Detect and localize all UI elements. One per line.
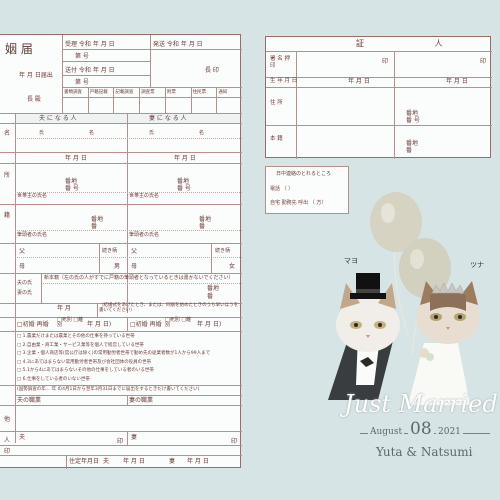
sent-date: 送付 令和 年 月 日	[65, 67, 115, 74]
marriage-registration-form: 姻 届 年 月 日届出 長 殿 受理 令和 年 月 日 第 号 送付 令和 年 …	[0, 34, 242, 469]
witness-birth-label: 生 年 月 日	[270, 78, 298, 84]
check-cell-label: 調査票	[141, 90, 155, 95]
first-marriage-w[interactable]: □初婚 再婚	[130, 322, 162, 328]
chief-seal: 長 印	[205, 67, 219, 74]
relation-w: 続き柄	[215, 248, 231, 254]
first-marriage-h[interactable]: □初婚 再婚	[17, 322, 49, 328]
contact-phone: 電話 （ ）	[270, 186, 294, 192]
witness-form: 証 人 署 名 押 印 印 印 生 年 月 日 年 月 日 年 月 日 住 所 …	[265, 36, 492, 159]
furigana-surname-w: 氏	[149, 130, 155, 136]
husband-header: 夫 に な る 人	[39, 115, 77, 122]
wife-occupation: 妻の職業	[129, 397, 154, 404]
father-w: 父	[131, 248, 138, 255]
witness-birth-1: 年 月 日	[348, 78, 370, 85]
form-title: 姻 届	[5, 42, 33, 56]
issued-date: 発送 令和 年 月 日	[153, 41, 203, 48]
address-row-label: 所	[4, 172, 11, 179]
contact-type: 自宅 勤務先 呼出 （ 方）	[270, 200, 327, 206]
head-name-h: 筆頭者の氏名	[17, 232, 48, 238]
witness-address-label: 住 所	[270, 100, 283, 106]
surname-choice-husband[interactable]: 夫の氏	[17, 281, 32, 286]
witness-birth-2: 年 月 日	[446, 78, 468, 85]
husband-occupation: 夫の職業	[17, 397, 42, 404]
check-cell-label: 住民票	[192, 90, 207, 95]
witness-seal-2: 印	[480, 58, 487, 65]
check-cell-label: 戸籍記載	[89, 90, 108, 95]
furigana-surname-h: 氏	[39, 130, 45, 136]
wedding-month: August	[368, 427, 405, 437]
cohabit-note: （結婚式をあげたとき、または、同居を始めたときのうち早いほうを書いてください）	[99, 303, 239, 313]
census-note: (国勢調査の年… 年 の4月1日から翌年3月31日までに届出をするときだけ書いて…	[17, 387, 200, 392]
footer-husband-date: 年 月 日	[123, 458, 145, 465]
signer-wife: 妻	[131, 434, 138, 441]
wedding-year: 2021	[436, 427, 463, 437]
couple-names: Yuta & Natsumi	[376, 445, 473, 459]
bereave-w[interactable]: □死別 □離別	[165, 318, 195, 328]
couple-illustration	[328, 192, 480, 405]
wife-header: 妻 に な る 人	[149, 115, 187, 122]
new-domicile-ban: 番	[207, 293, 214, 300]
sent-no: 第 号	[75, 79, 89, 86]
check-cell-label: 通知	[218, 90, 228, 95]
occupation-option[interactable]: □ 2.自由業・商工業・サービス業等を個人で経営している世帯	[17, 343, 144, 349]
contact-title: 日中連絡のとれるところ	[276, 171, 332, 177]
surname-choice-wife[interactable]: 妻の氏	[17, 291, 32, 296]
daughter-label: 女	[229, 263, 236, 270]
witness-seal-1: 印	[382, 58, 389, 65]
remarry-date-w: 年 月 日)	[197, 321, 222, 328]
bride-name-tag: ツナ	[470, 261, 484, 269]
birth-h: 年 月 日	[65, 155, 87, 162]
new-domicile-note: 新本籍（左の氏の人がすでに戸籍の筆頭者となっているときは書かないでください）	[44, 275, 234, 281]
new-domicile-banchi: 番地	[207, 285, 220, 292]
father-h: 父	[19, 248, 26, 255]
footer-wife: 妻	[169, 458, 176, 465]
just-married-script: Just Married	[344, 390, 498, 418]
occupation-option[interactable]: □ 3.企業・個人商店等(官公庁は除く)の常用勤労者世帯で勤め先の従業者数が1人…	[17, 351, 210, 357]
householder-w: 世帯主の氏名	[129, 193, 160, 199]
groom-name-tag: マヨ	[344, 257, 358, 265]
mother-w: 母	[131, 263, 138, 270]
witness-domicile-ban-1: 番	[406, 147, 413, 154]
witness-domicile-label: 本 籍	[270, 136, 283, 142]
name-row-label: 名	[4, 130, 11, 137]
occupation-option[interactable]: □ 6.仕事をしている者のいない世帯	[17, 377, 90, 383]
head-name-w: 筆頭者の氏名	[129, 232, 160, 238]
occupation-option[interactable]: □ 5.1から4にあてはまらないその他の仕事をしている者のいる世帯	[17, 368, 154, 374]
check-cell-label: 記載調査	[115, 90, 134, 95]
check-cell-label: 附票	[166, 90, 176, 95]
furigana-given-w: 名	[199, 130, 205, 136]
furigana-given-h: 名	[89, 130, 95, 136]
occupation-option[interactable]: □ 4.3にあてはまらない常用勤労者世帯及び会社団体の役員の世帯	[17, 360, 151, 366]
signer-row-label: 人	[4, 437, 11, 444]
domicile-row-label: 籍	[4, 212, 11, 219]
footer-wife-date: 年 月 日	[187, 458, 209, 465]
birth-w: 年 月 日	[174, 155, 196, 162]
date-line: 年 月 日届出	[19, 72, 53, 79]
bereave-h[interactable]: □死別 □離別	[57, 318, 87, 328]
relation-h: 続き柄	[102, 248, 118, 254]
footer-date-label: 住定年月日	[69, 458, 100, 465]
householder-h: 世帯主の氏名	[17, 193, 48, 199]
mother-h: 母	[19, 263, 26, 270]
witness-address-go-1: 番 号	[406, 117, 420, 124]
witness-title: 証 人	[356, 39, 477, 48]
occupation-option[interactable]: □ 1.農業だけまたは農業とその他の仕事を持っている世帯	[17, 334, 135, 340]
son-label: 男	[114, 263, 121, 270]
to-line: 長 殿	[27, 96, 41, 103]
remarry-date-h: 年 月 日)	[87, 321, 112, 328]
check-cell-label: 書類調査	[64, 90, 82, 95]
received-no: 第 号	[75, 53, 89, 60]
witness-sign-label: 署 名 押 印	[270, 56, 290, 69]
signer-husband: 夫	[19, 434, 26, 441]
other-row-label: 他	[4, 416, 11, 423]
footer-husband: 夫	[103, 458, 110, 465]
wedding-day: 08	[408, 419, 434, 439]
received-date: 受理 令和 年 月 日	[65, 41, 115, 48]
cohabit-start: 年 月	[57, 305, 71, 312]
